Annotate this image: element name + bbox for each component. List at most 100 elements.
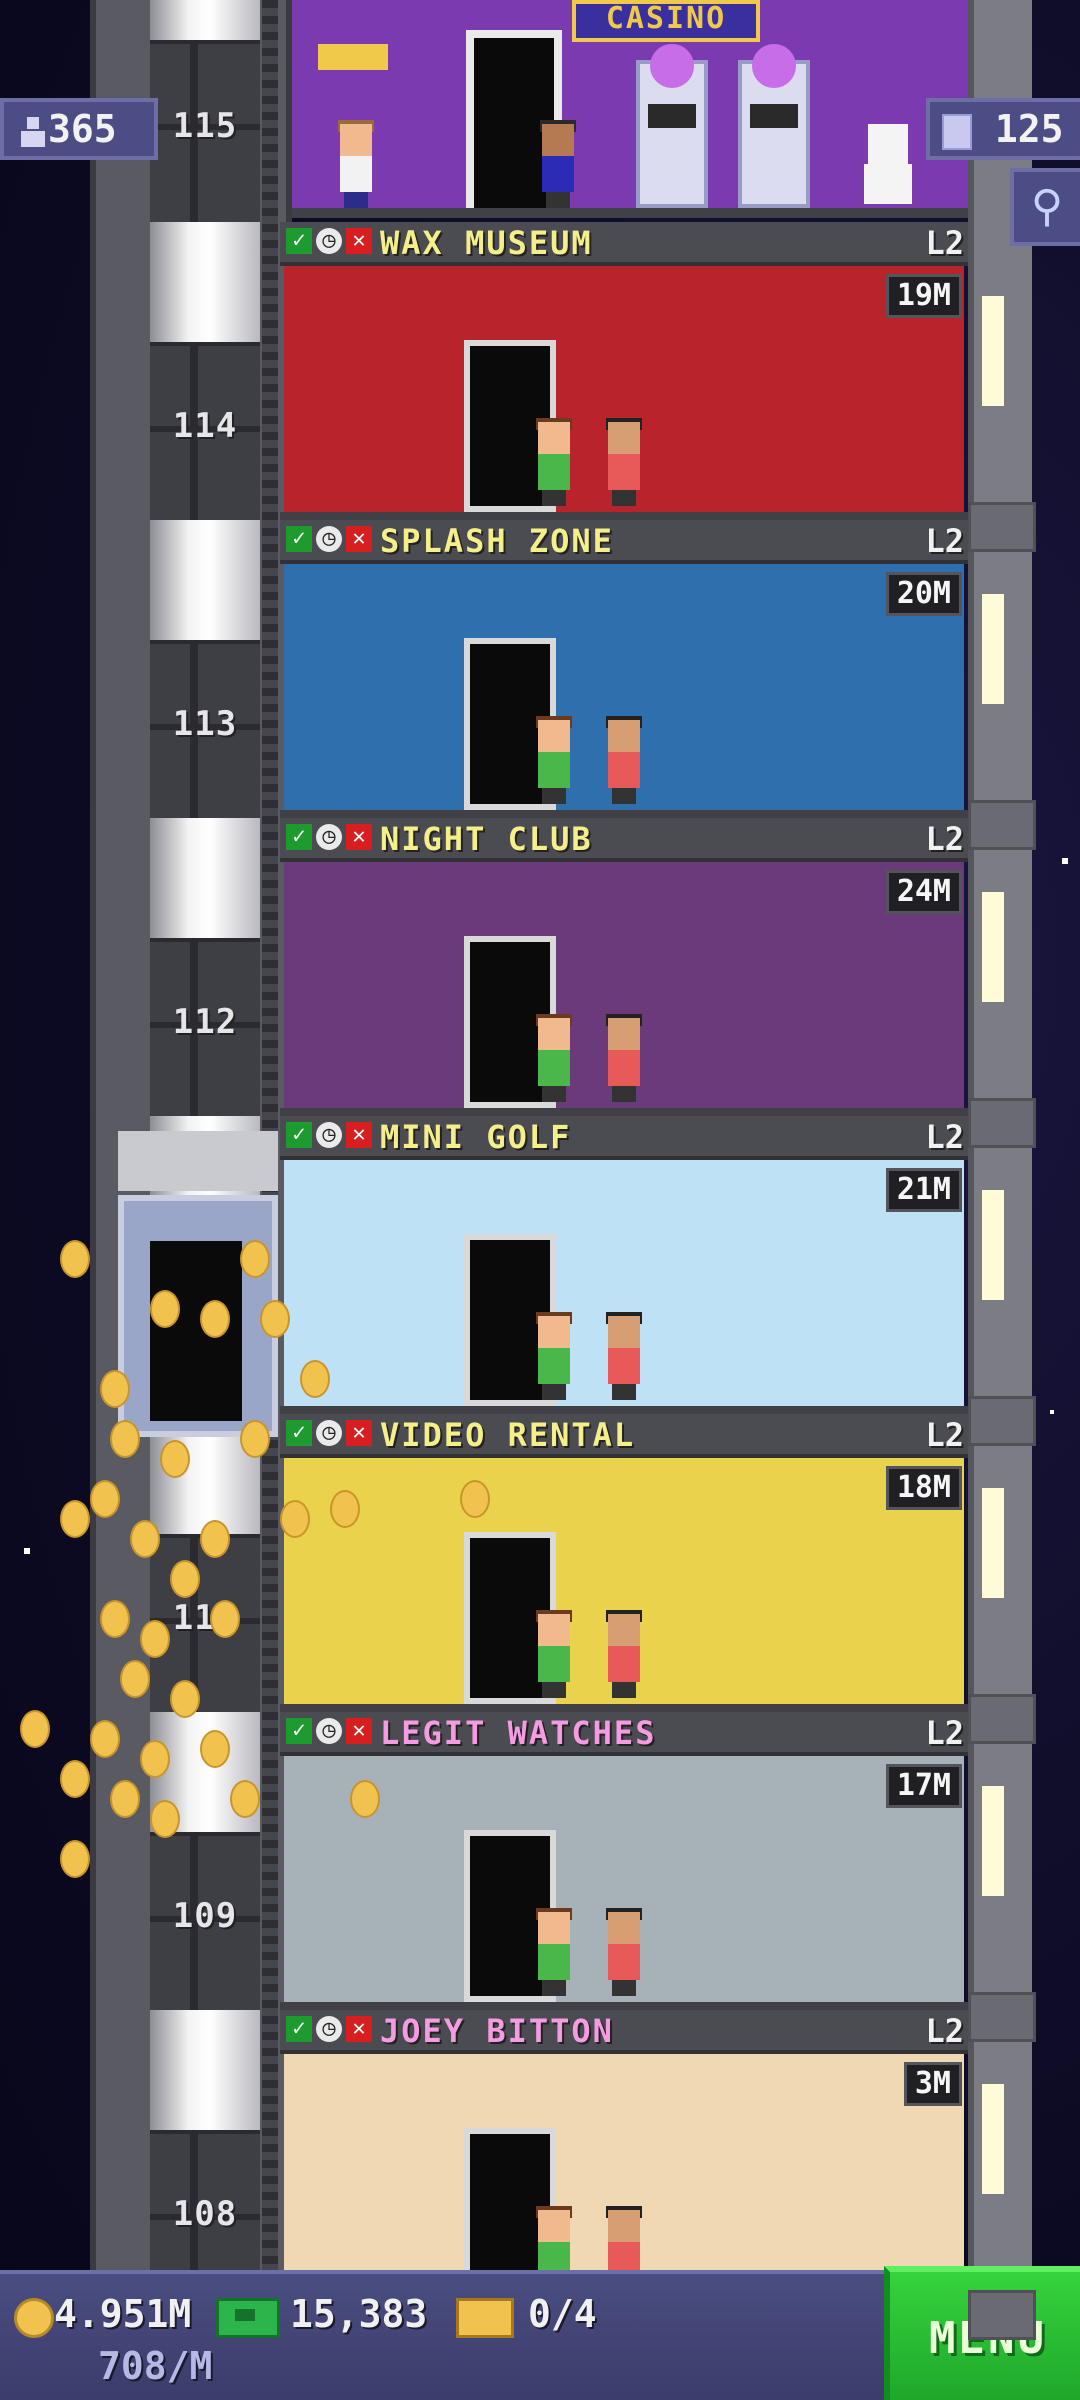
coin — [200, 1730, 230, 1768]
person — [534, 418, 574, 506]
coin — [170, 1560, 200, 1598]
clock-icon[interactable]: ◷ — [316, 824, 342, 850]
person — [538, 120, 578, 208]
floor-earnings: 17M — [885, 1764, 962, 1808]
population-counter[interactable]: 365 — [0, 98, 158, 160]
elevator-top-lights — [118, 1131, 278, 1191]
check-icon[interactable]: ✓ — [286, 824, 312, 850]
floor-casino[interactable]: CASINO — [280, 0, 968, 218]
search-button[interactable]: ⚲ — [1010, 168, 1080, 246]
floor-scene — [284, 862, 964, 1112]
floor-earnings: 24M — [885, 870, 962, 914]
floor-header: ✓ ◷ ✕ WAX MUSEUM L2 — [280, 222, 968, 266]
floor-mini-golf[interactable]: ✓ ◷ ✕ MINI GOLF L2 21M — [280, 1116, 968, 1414]
floors-counter[interactable]: 125 — [926, 98, 1080, 160]
coin — [330, 1490, 360, 1528]
coin — [280, 1500, 310, 1538]
floor-name: WAX MUSEUM — [380, 224, 593, 262]
coin — [200, 1300, 230, 1338]
clock-icon[interactable]: ◷ — [316, 1420, 342, 1446]
edge-light — [982, 296, 1004, 406]
person — [604, 418, 644, 506]
close-icon[interactable]: ✕ — [346, 526, 372, 552]
close-icon[interactable]: ✕ — [346, 1718, 372, 1744]
floor-number-108: 108 — [172, 2194, 238, 2234]
floor-header: ✓ ◷ ✕ NIGHT CLUB L2 — [280, 818, 968, 862]
coin — [60, 1500, 90, 1538]
person — [534, 1312, 574, 1400]
floor-number-109: 109 — [172, 1896, 238, 1936]
coin — [150, 1290, 180, 1328]
coin — [100, 1370, 130, 1408]
clock-icon[interactable]: ◷ — [316, 228, 342, 254]
floor-earnings: 18M — [885, 1466, 962, 1510]
clock-icon[interactable]: ◷ — [316, 2016, 342, 2042]
clock-icon[interactable]: ◷ — [316, 1718, 342, 1744]
coin — [160, 1440, 190, 1478]
floor-legit-watches[interactable]: ✓ ◷ ✕ LEGIT WATCHES L2 17M — [280, 1712, 968, 2010]
floor-earnings: 3M — [903, 2062, 962, 2106]
snowman — [860, 124, 916, 208]
close-icon[interactable]: ✕ — [346, 2016, 372, 2042]
close-icon[interactable]: ✕ — [346, 824, 372, 850]
coin — [140, 1620, 170, 1658]
close-icon[interactable]: ✕ — [346, 1122, 372, 1148]
clock-icon[interactable]: ◷ — [316, 1122, 342, 1148]
floor-header: ✓ ◷ ✕ SPLASH ZONE L2 — [280, 520, 968, 564]
floor-earnings: 19M — [885, 274, 962, 318]
person — [604, 1610, 644, 1698]
bux-value: 15,383 — [290, 2292, 428, 2336]
floor-scene — [284, 1160, 964, 1410]
check-icon[interactable]: ✓ — [286, 1122, 312, 1148]
coin — [240, 1420, 270, 1458]
edge-bracket — [968, 800, 1036, 850]
check-icon[interactable]: ✓ — [286, 526, 312, 552]
coin-icon — [14, 2298, 54, 2338]
building-icon — [942, 113, 972, 150]
clock-icon[interactable]: ◷ — [316, 526, 342, 552]
star — [1050, 1410, 1054, 1414]
star — [24, 1548, 30, 1554]
person — [534, 716, 574, 804]
coin — [210, 1600, 240, 1638]
floor-separator — [280, 1704, 968, 1712]
floor-joey-bitton[interactable]: ✓ ◷ ✕ JOEY BITTON L2 3M — [280, 2010, 968, 2308]
floor-header: ✓ ◷ ✕ JOEY BITTON L2 — [280, 2010, 968, 2054]
check-icon[interactable]: ✓ — [286, 228, 312, 254]
close-icon[interactable]: ✕ — [346, 1420, 372, 1446]
floor-level: L2 — [925, 1118, 964, 1156]
coin — [150, 1800, 180, 1838]
person — [604, 1908, 644, 1996]
shaft-cell — [150, 2010, 260, 2312]
floor-level: L2 — [925, 522, 964, 560]
floor-name: SPLASH ZONE — [380, 522, 614, 560]
check-icon[interactable]: ✓ — [286, 1420, 312, 1446]
shaft-cell — [150, 222, 260, 524]
floor-night-club[interactable]: ✓ ◷ ✕ NIGHT CLUB L2 24M — [280, 818, 968, 1116]
floor-scene — [284, 1756, 964, 2006]
floor-scene — [284, 1458, 964, 1708]
coin — [60, 1240, 90, 1278]
close-icon[interactable]: ✕ — [346, 228, 372, 254]
floor-wax-museum[interactable]: ✓ ◷ ✕ WAX MUSEUM L2 19M — [280, 222, 968, 520]
floors-value: 125 — [994, 107, 1064, 151]
shaft-cell — [150, 520, 260, 822]
person — [604, 716, 644, 804]
floor-splash-zone[interactable]: ✓ ◷ ✕ SPLASH ZONE L2 20M — [280, 520, 968, 818]
edge-bracket — [968, 1098, 1036, 1148]
floor-video-rental[interactable]: ✓ ◷ ✕ VIDEO RENTAL L2 18M — [280, 1414, 968, 1712]
floor-header: ✓ ◷ ✕ VIDEO RENTAL L2 — [280, 1414, 968, 1458]
floor-earnings: 20M — [885, 572, 962, 616]
coin — [130, 1520, 160, 1558]
coin — [300, 1360, 330, 1398]
floor-level: L2 — [925, 2012, 964, 2050]
floor-separator — [280, 810, 968, 818]
coin — [200, 1520, 230, 1558]
elevator-car[interactable] — [118, 1131, 278, 1437]
floor-separator — [280, 1108, 968, 1116]
floor-name: JOEY BITTON — [380, 2012, 614, 2050]
wall-sign — [318, 44, 388, 70]
star — [1062, 858, 1068, 864]
check-icon[interactable]: ✓ — [286, 1718, 312, 1744]
check-icon[interactable]: ✓ — [286, 2016, 312, 2042]
